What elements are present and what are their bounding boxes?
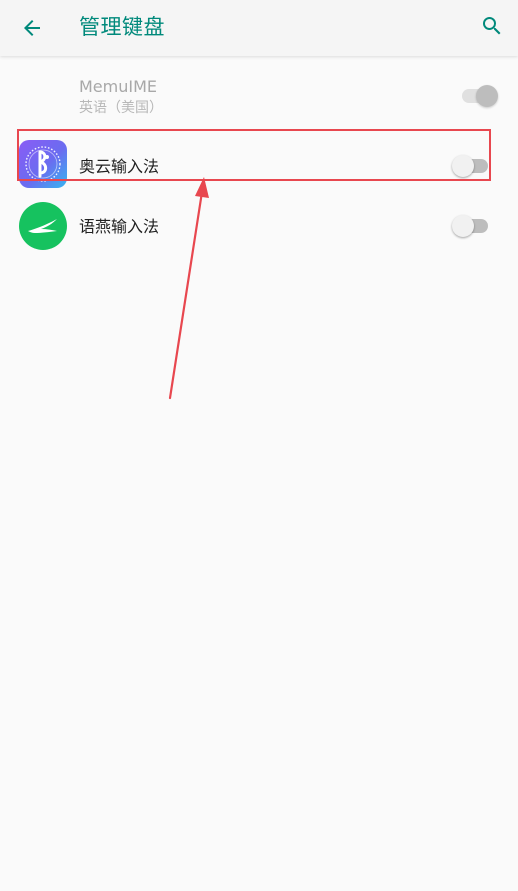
search-button[interactable] [474, 8, 510, 44]
search-icon [483, 17, 501, 35]
page-title: 管理键盘 [79, 15, 165, 39]
keyboard-name: 奥云输入法 [79, 157, 160, 176]
keyboard-row-memuime[interactable]: MemuIME 英语（美国） [0, 60, 518, 124]
app-bar: 管理键盘 [0, 0, 518, 56]
keyboard-name: 语燕输入法 [79, 217, 160, 236]
keyboard-toggle-yuyan[interactable] [452, 213, 492, 239]
toggle-thumb [452, 155, 474, 177]
keyboard-language: 英语（美国） [79, 100, 163, 116]
keyboard-row-yuyan[interactable]: 语燕输入法 [0, 196, 518, 256]
keyboard-row-aoyun[interactable]: 奥云输入法 [0, 132, 518, 194]
toggle-thumb [476, 85, 498, 107]
yuyan-ime-icon [19, 202, 67, 250]
screen: 管理键盘 MemuIME 英语（美国） 奥云输入法 语燕输入法 [0, 0, 518, 891]
toggle-thumb [452, 215, 474, 237]
keyboard-name: MemuIME [79, 77, 158, 96]
keyboard-toggle-aoyun[interactable] [452, 153, 492, 179]
arrow-back-icon [24, 20, 40, 36]
aoyun-ime-icon [19, 140, 67, 188]
back-button[interactable] [14, 10, 50, 46]
keyboard-toggle-memuime[interactable] [458, 83, 498, 109]
